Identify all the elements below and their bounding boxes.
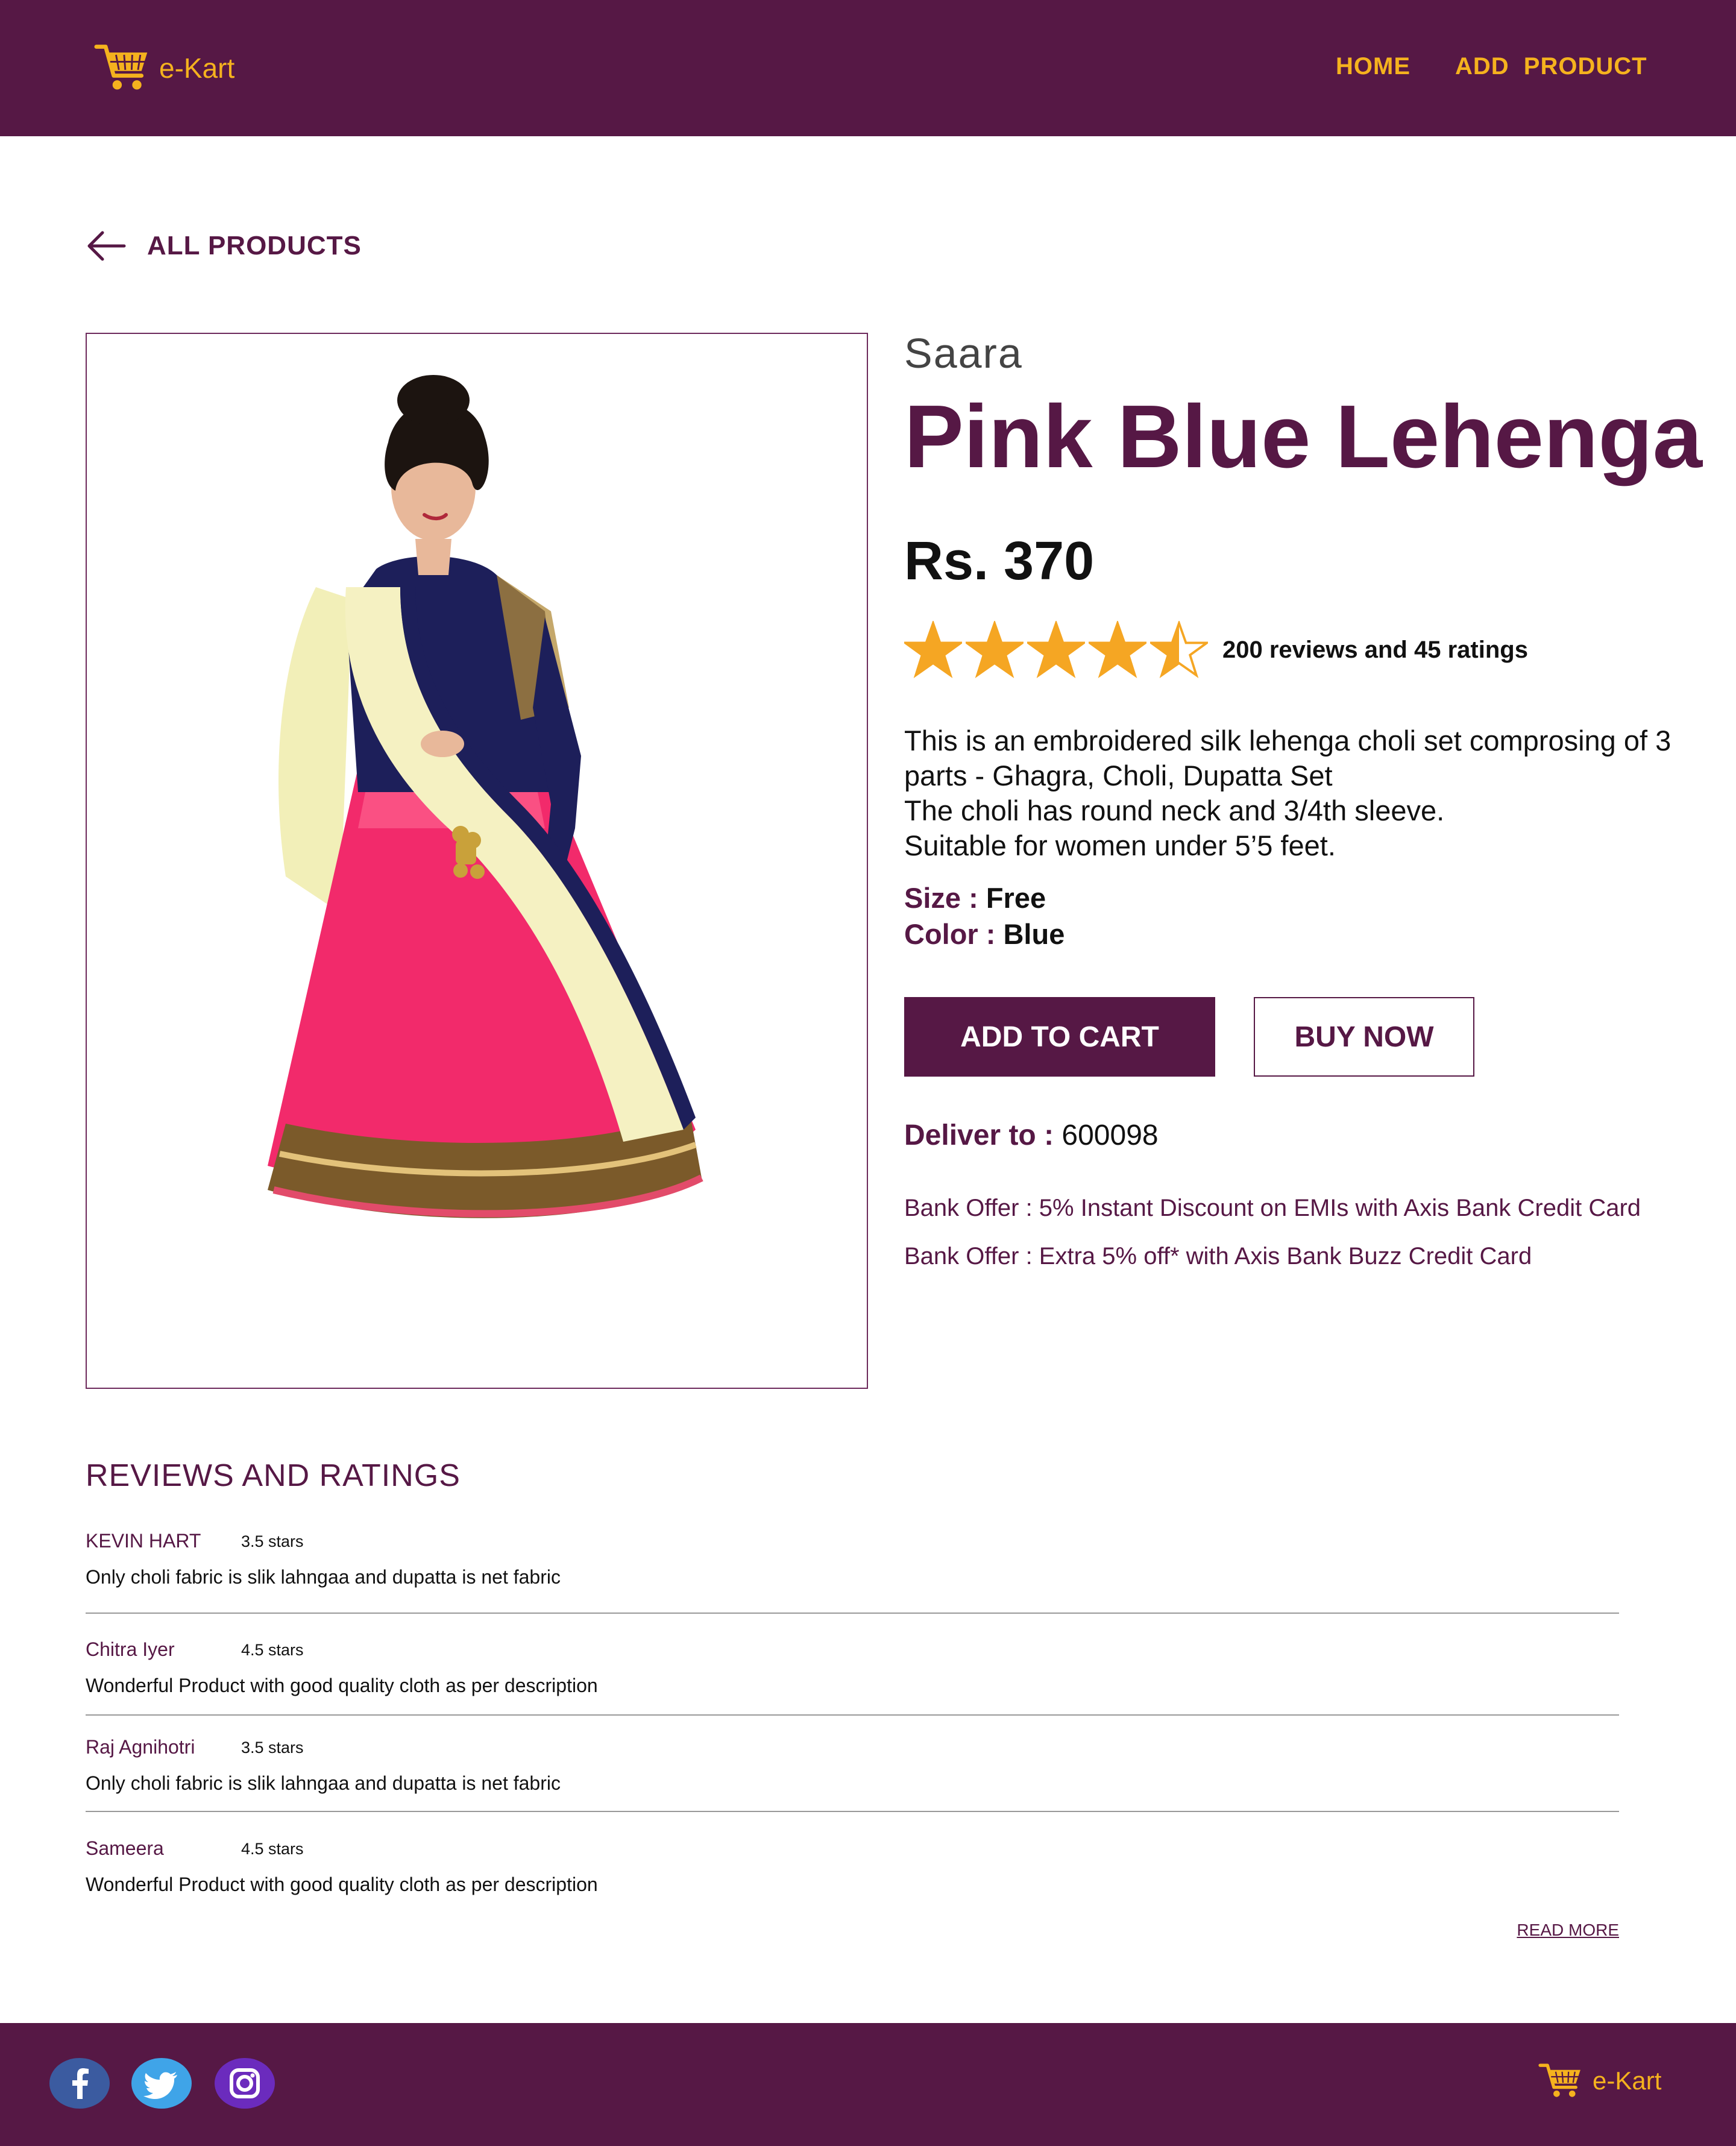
- color-label: Color :: [904, 918, 1004, 950]
- rating-stars: [904, 621, 1208, 679]
- size-value: Free: [986, 882, 1046, 914]
- arrow-left-icon: [87, 231, 126, 261]
- footer-logo-text: e-Kart: [1593, 2066, 1662, 2095]
- reviews-heading: REVIEWS AND RATINGS: [86, 1458, 461, 1493]
- rating-summary: 200 reviews and 45 ratings: [1222, 636, 1528, 663]
- reviewer-name: Chitra Iyer: [86, 1638, 175, 1660]
- review-stars: 4.5 stars: [241, 1840, 304, 1858]
- review-stars: 3.5 stars: [241, 1739, 304, 1757]
- product-title: Pink Blue Lehenga: [904, 387, 1703, 486]
- review-text: Wonderful Product with good quality clot…: [86, 1874, 598, 1895]
- product-size: Size : Free: [904, 881, 1046, 914]
- review-text: Wonderful Product with good quality clot…: [86, 1675, 598, 1696]
- read-more-link[interactable]: READ MORE: [1517, 1921, 1619, 1940]
- reviewer-name: Sameera: [86, 1837, 164, 1859]
- review-stars: 3.5 stars: [241, 1532, 304, 1550]
- description-line: Suitable for women under 5’5 feet.: [904, 829, 1336, 861]
- product-image-frame: [86, 333, 868, 1389]
- bank-offer: Bank Offer : 5% Instant Discount on EMIs…: [904, 1195, 1641, 1221]
- review-divider: [86, 1811, 1619, 1812]
- reviewer-name: KEVIN HART: [86, 1530, 201, 1552]
- deliver-label: Deliver to :: [904, 1119, 1062, 1151]
- star-full-icon: [966, 621, 1024, 679]
- review-text: Only choli fabric is slik lahngaa and du…: [86, 1772, 561, 1794]
- description-line: parts - Ghagra, Choli, Dupatta Set: [904, 760, 1333, 791]
- product-image: [268, 375, 703, 1218]
- product-rating: 200 reviews and 45 ratings: [904, 621, 1528, 679]
- product-brand: Saara: [904, 330, 1023, 377]
- star-full-icon: [904, 621, 962, 679]
- shopping-cart-icon: [94, 45, 148, 90]
- star-full-icon: [1027, 621, 1085, 679]
- top-navbar: e-Kart HOME ADD PRODUCT: [0, 0, 1736, 136]
- instagram-icon[interactable]: [215, 2058, 275, 2109]
- star-full-icon: [1089, 621, 1146, 679]
- back-link-label: ALL PRODUCTS: [147, 231, 362, 260]
- review-divider: [86, 1714, 1619, 1716]
- logo-text: e-Kart: [159, 52, 235, 84]
- product-description: This is an embroidered silk lehenga chol…: [904, 723, 1688, 863]
- nav-home-link[interactable]: HOME: [1336, 53, 1410, 80]
- review-text: Only choli fabric is slik lahngaa and du…: [86, 1566, 561, 1588]
- delivery-info: Deliver to : 600098: [904, 1119, 1159, 1152]
- description-line: This is an embroidered silk lehenga chol…: [904, 725, 1672, 757]
- review-divider: [86, 1613, 1619, 1614]
- description-line: The choli has round neck and 3/4th sleev…: [904, 795, 1445, 826]
- buy-now-button[interactable]: BUY NOW: [1254, 997, 1474, 1077]
- product-price: Rs. 370: [904, 531, 1095, 591]
- review-stars: 4.5 stars: [241, 1641, 304, 1659]
- deliver-pincode[interactable]: 600098: [1061, 1119, 1158, 1151]
- product-color: Color : Blue: [904, 917, 1065, 951]
- shopping-cart-icon: [1538, 2063, 1580, 2097]
- nav-add-product-link[interactable]: ADD PRODUCT: [1455, 53, 1647, 80]
- bank-offer: Bank Offer : Extra 5% off* with Axis Ban…: [904, 1243, 1532, 1270]
- color-value: Blue: [1003, 918, 1065, 950]
- add-to-cart-button[interactable]: ADD TO CART: [904, 997, 1215, 1077]
- footer-ekart-logo[interactable]: e-Kart: [1538, 2062, 1661, 2100]
- ekart-logo[interactable]: e-Kart: [94, 41, 234, 95]
- star-half-icon: [1150, 621, 1208, 679]
- facebook-icon[interactable]: [49, 2058, 110, 2109]
- twitter-icon[interactable]: [131, 2058, 192, 2109]
- size-label: Size :: [904, 882, 986, 914]
- all-products-back-link[interactable]: ALL PRODUCTS: [86, 229, 362, 263]
- reviewer-name: Raj Agnihotri: [86, 1736, 195, 1758]
